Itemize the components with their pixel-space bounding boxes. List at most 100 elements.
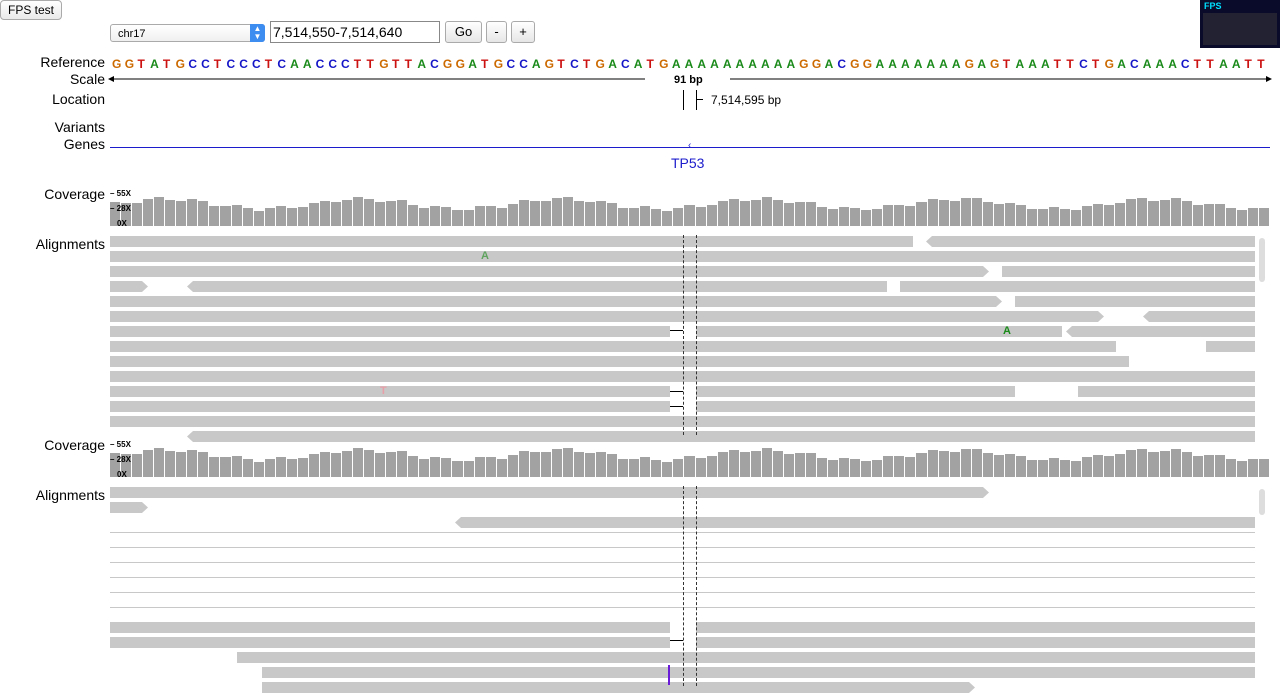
coverage-bar — [165, 200, 176, 226]
alignment-read[interactable] — [187, 431, 1255, 442]
coverage-bar — [1026, 460, 1037, 477]
fps-test-button[interactable]: FPS test — [0, 0, 63, 20]
coverage-bar — [408, 205, 419, 226]
alignment-read[interactable] — [237, 652, 1255, 663]
reference-base: G — [442, 57, 453, 71]
alignment-read[interactable] — [1078, 386, 1255, 397]
alignment-read[interactable] — [455, 517, 1255, 528]
alignment-read[interactable] — [110, 622, 670, 633]
coverage-bar — [187, 450, 198, 477]
coverage-bar — [960, 198, 971, 226]
reference-base: A — [926, 57, 936, 71]
coverage-bar — [828, 460, 839, 477]
zoom-out-button[interactable]: - — [486, 21, 507, 43]
coverage-bar — [717, 201, 728, 226]
reference-base: C — [315, 57, 325, 71]
locus-input[interactable]: 7,514,550-7,514,640 — [270, 21, 440, 43]
alignment-read[interactable] — [926, 236, 1255, 247]
reference-base: G — [175, 57, 185, 71]
alignment-read[interactable] — [110, 356, 1129, 367]
reference-base: A — [1155, 57, 1165, 71]
coverage-bar — [286, 459, 297, 477]
reference-base: T — [646, 57, 654, 71]
coverage-bar — [794, 202, 805, 226]
coverage-bar — [507, 204, 518, 226]
alignment-read[interactable] — [696, 386, 1015, 397]
alignments-scrollbar-1[interactable] — [1259, 238, 1265, 282]
coverage-bar — [132, 454, 143, 477]
coverage-bar — [452, 461, 463, 477]
coverage-bar — [640, 457, 651, 477]
coverage-bar — [607, 203, 618, 226]
reference-base: C — [239, 57, 248, 71]
coverage-bar — [1247, 208, 1258, 226]
coverage-bar — [1159, 200, 1170, 226]
reference-base: A — [531, 57, 541, 71]
coverage-bar — [1015, 456, 1026, 477]
coverage-bar — [198, 201, 209, 226]
location-tick-right — [696, 90, 697, 110]
go-button[interactable]: Go — [445, 21, 482, 43]
coverage-bar — [496, 459, 507, 477]
alignment-read[interactable] — [110, 386, 670, 397]
alignment-read[interactable] — [1002, 266, 1255, 277]
alignment-read[interactable] — [110, 487, 989, 498]
alignment-read[interactable] — [110, 236, 913, 247]
coverage-bar — [1181, 201, 1192, 226]
alignment-read[interactable] — [110, 341, 1116, 352]
alignment-read[interactable] — [110, 637, 670, 648]
coverage-bar — [1071, 210, 1082, 226]
coverage-bar — [1170, 449, 1181, 477]
coverage-bar — [596, 201, 607, 226]
coverage-bar — [540, 452, 551, 477]
alignment-read[interactable] — [110, 296, 1002, 307]
alignment-read[interactable] — [900, 281, 1255, 292]
alignment-read[interactable] — [110, 401, 670, 412]
alignment-read[interactable] — [110, 281, 148, 292]
coverage-bar — [375, 453, 386, 477]
reference-base: A — [900, 57, 910, 71]
alignment-read[interactable] — [696, 637, 1255, 648]
reference-base: T — [404, 57, 413, 71]
coverage-bar — [806, 202, 817, 226]
alignment-read[interactable] — [110, 311, 1104, 322]
reference-base: A — [939, 57, 948, 71]
alignment-read[interactable] — [110, 266, 989, 277]
coverage-bar — [1258, 459, 1269, 477]
coverage-bar — [353, 448, 364, 477]
gene-name[interactable]: TP53 — [671, 155, 704, 171]
reference-base: G — [990, 57, 1000, 71]
alignment-read[interactable] — [1015, 296, 1255, 307]
reference-base: T — [366, 57, 374, 71]
reference-base: C — [251, 57, 261, 71]
coverage-bar — [231, 456, 242, 477]
coverage-min-1: 0X — [117, 219, 127, 228]
coverage-bar — [927, 199, 938, 226]
alignment-read[interactable] — [110, 502, 148, 513]
alignment-read[interactable] — [1143, 311, 1255, 322]
reference-base: T — [213, 57, 222, 71]
zoom-in-button[interactable]: + — [511, 21, 535, 43]
chromosome-select[interactable]: chr17 ▲ ▼ — [110, 24, 265, 42]
center-guide-left-1 — [683, 235, 684, 435]
alignment-read[interactable] — [262, 682, 975, 693]
reference-base: A — [888, 57, 897, 71]
reference-base: A — [748, 57, 757, 71]
alignment-read[interactable] — [262, 667, 1255, 678]
alignment-read[interactable] — [187, 281, 887, 292]
coverage-bar — [850, 208, 861, 226]
coverage-bar — [883, 456, 894, 477]
alignment-read[interactable] — [1206, 341, 1255, 352]
coverage-bar — [728, 199, 739, 226]
alignment-read[interactable] — [110, 326, 670, 337]
coverage-bar — [861, 461, 872, 477]
coverage-bar — [894, 456, 905, 477]
alignment-read[interactable] — [696, 401, 1255, 412]
coverage-bar — [397, 200, 408, 226]
alignment-read[interactable] — [696, 622, 1255, 633]
coverage-bar — [1192, 205, 1203, 226]
alignments-scrollbar-2[interactable] — [1259, 489, 1265, 515]
alignment-read[interactable] — [1066, 326, 1255, 337]
coverage-bar — [518, 451, 529, 477]
coverage-bar — [1082, 206, 1093, 226]
